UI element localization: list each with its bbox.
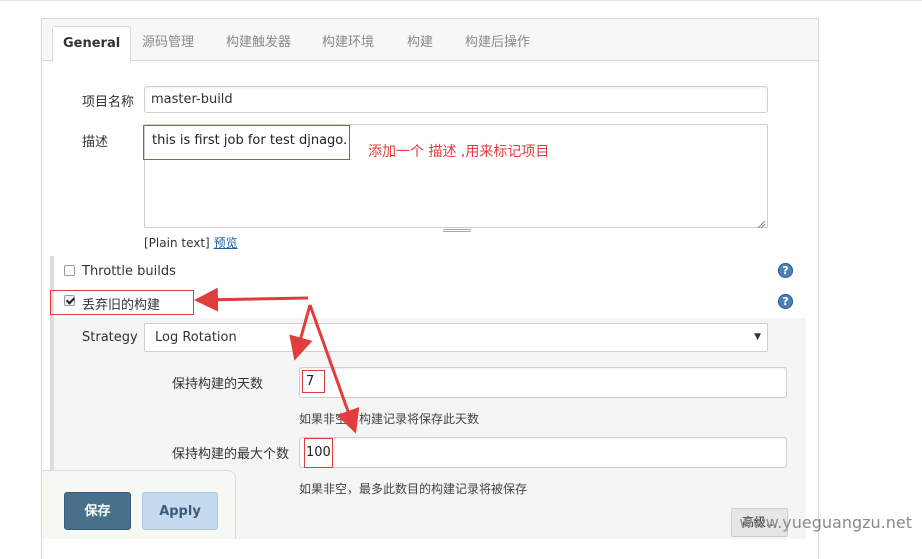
days-to-keep-label: 保持构建的天数 <box>172 377 264 392</box>
project-name-label: 项目名称 <box>82 95 135 110</box>
top-divider <box>0 0 922 1</box>
max-help-text: 如果非空，最多此数目的构建记录将被保存 <box>299 482 528 496</box>
discard-old-builds-checkbox[interactable] <box>64 295 75 306</box>
save-button[interactable]: 保存 <box>64 492 131 530</box>
tab-build-triggers[interactable]: 构建触发器 <box>226 27 291 59</box>
help-icon[interactable]: ? <box>778 294 793 309</box>
textarea-grip-icon-line <box>443 231 471 232</box>
textarea-grip-icon[interactable] <box>443 229 471 230</box>
tab-post-build-actions[interactable]: 构建后操作 <box>465 27 530 59</box>
max-builds-label: 保持构建的最大个数 <box>172 447 290 462</box>
throttle-builds-label: Throttle builds <box>82 264 176 279</box>
days-to-keep-input[interactable] <box>299 367 787 398</box>
discard-old-builds-label: 丢弃旧的构建 <box>82 298 161 313</box>
tab-general[interactable]: General <box>52 26 132 62</box>
watermark: www.yueguangzu.net <box>739 513 912 532</box>
tab-build[interactable]: 构建 <box>407 27 433 59</box>
format-hint: [Plain text] 预览 <box>144 234 238 251</box>
plain-text-label: [Plain text] <box>144 236 210 250</box>
save-apply-bar: 保存 Apply <box>41 470 236 539</box>
resize-handle-icon[interactable] <box>757 217 766 229</box>
strategy-label: Strategy <box>82 330 138 345</box>
preview-link[interactable]: 预览 <box>214 236 238 250</box>
description-annotation: 添加一个 描述 ,用来标记项目 <box>368 144 550 160</box>
days-to-keep-value: 7 <box>306 374 315 389</box>
help-icon[interactable]: ? <box>778 263 793 278</box>
project-name-input[interactable] <box>144 86 768 113</box>
max-builds-value: 100 <box>306 445 331 460</box>
days-help-text: 如果非空，构建记录将保存此天数 <box>299 412 480 426</box>
tab-source-control[interactable]: 源码管理 <box>142 27 194 59</box>
config-tab-bar: General 源码管理 构建触发器 构建环境 构建 构建后操作 <box>42 19 818 62</box>
throttle-builds-checkbox[interactable] <box>64 265 75 276</box>
description-highlight-box <box>143 125 350 160</box>
tab-build-environment[interactable]: 构建环境 <box>322 27 374 59</box>
description-label: 描述 <box>82 135 109 150</box>
dropdown-arrow-icon: ▼ <box>754 332 761 342</box>
strategy-selected-value: Log Rotation <box>155 330 237 345</box>
apply-button[interactable]: Apply <box>142 492 218 530</box>
strategy-select[interactable]: Log Rotation ▼ <box>144 323 768 352</box>
max-builds-input[interactable] <box>299 437 787 468</box>
